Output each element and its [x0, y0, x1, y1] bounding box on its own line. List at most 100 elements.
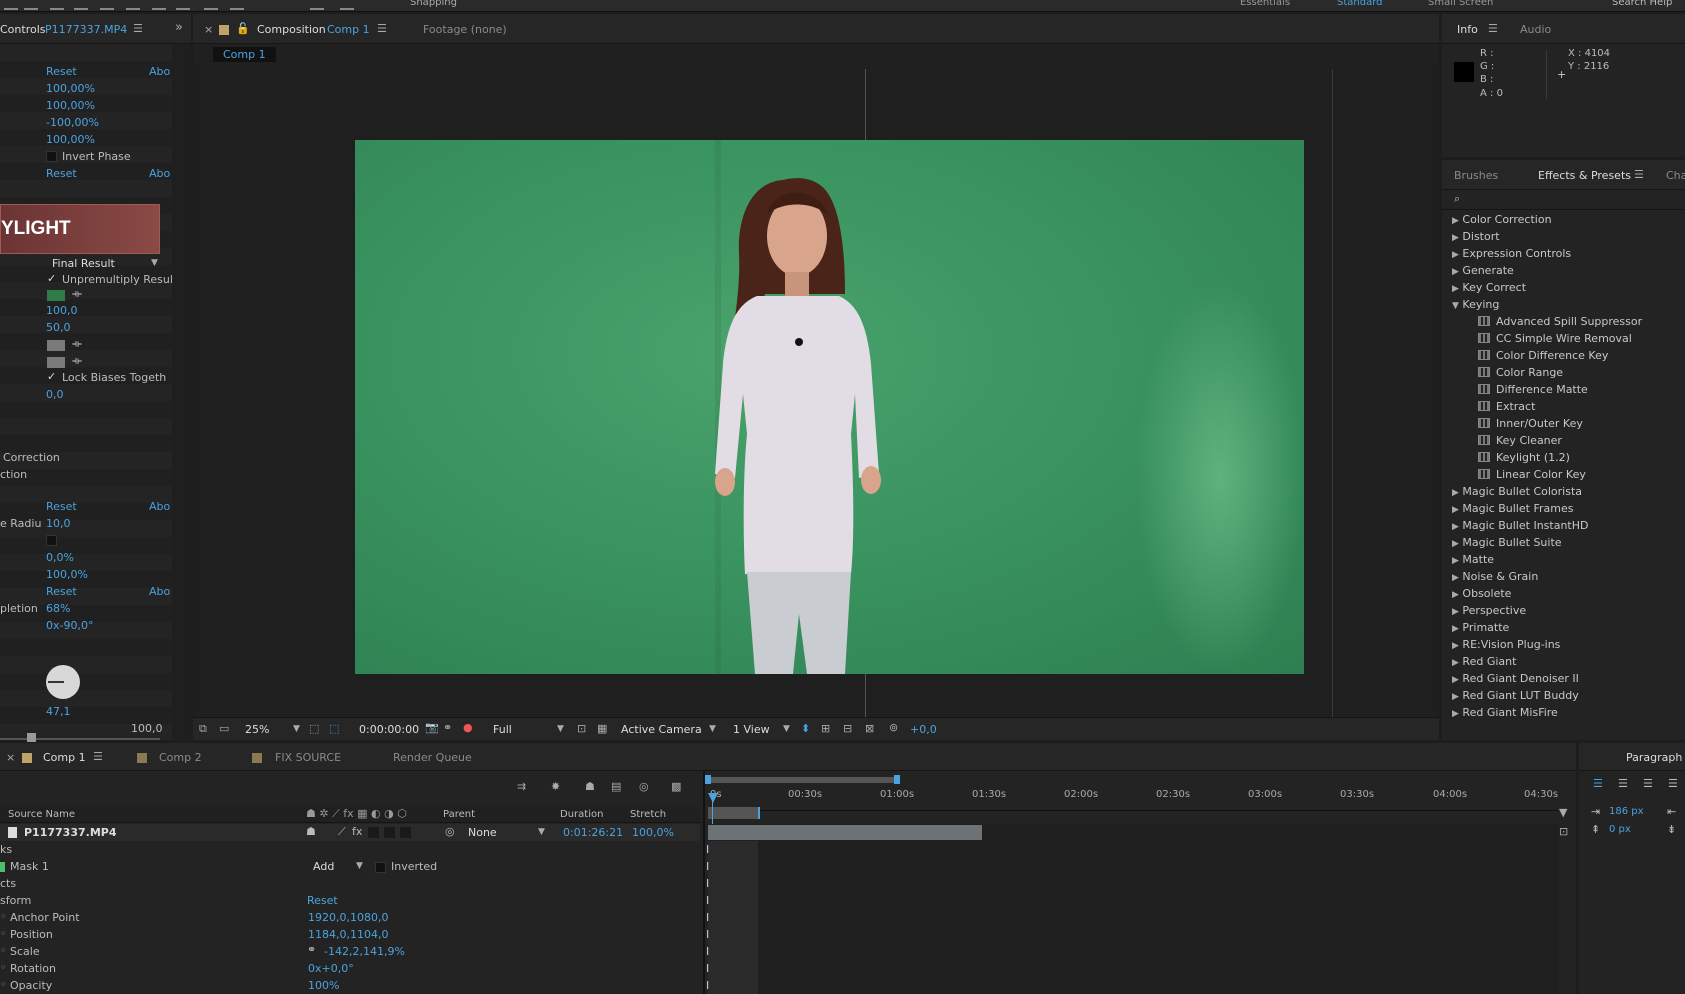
category-expression-controls[interactable]: ▶ Expression Controls — [1452, 247, 1571, 260]
category-magic-bullet-colorista[interactable]: ▶ Magic Bullet Colorista — [1452, 485, 1582, 498]
eraser-tool-icon[interactable] — [176, 0, 190, 10]
selection-tool-icon[interactable] — [4, 0, 18, 10]
indent-right-icon[interactable]: ⇤ — [1667, 805, 1676, 818]
comp-marker-icon[interactable]: ▼ — [1559, 806, 1567, 819]
footage-tab[interactable]: Footage (none) — [423, 23, 507, 36]
value-3[interactable]: -100,00% — [46, 116, 99, 129]
reset-link-3[interactable]: Reset — [46, 500, 77, 513]
category-primatte[interactable]: ▶ Primatte — [1452, 621, 1509, 634]
axis-icon[interactable] — [310, 0, 324, 10]
prop-rotation-value[interactable]: 0x+0,0° — [308, 962, 354, 975]
close-icon[interactable]: × — [6, 751, 15, 764]
graph-editor-icon[interactable]: ▩ — [671, 780, 681, 793]
keyframe-marker[interactable]: I — [706, 928, 709, 941]
about-link-1[interactable]: Abo — [149, 65, 170, 78]
effects-search-input[interactable] — [1442, 190, 1685, 210]
space-before-icon[interactable]: ⇞ — [1591, 823, 1600, 836]
axis2-icon[interactable] — [340, 0, 354, 10]
toggle-grid-icon[interactable]: ▦ — [597, 722, 607, 735]
lock-icon[interactable]: 🔓 — [236, 22, 250, 35]
magnification-dropdown[interactable]: 25% — [245, 723, 269, 736]
category-matte[interactable]: ▶ Matte — [1452, 553, 1494, 566]
resolution-dropdown[interactable]: Full — [493, 723, 512, 736]
work-area-start-handle[interactable] — [705, 775, 711, 784]
category-red-giant[interactable]: ▶ Red Giant — [1452, 655, 1516, 668]
keyframe-marker[interactable]: I — [706, 860, 709, 873]
effect-difference-matte[interactable]: Difference Matte — [1478, 383, 1588, 396]
puppet-tool-icon[interactable] — [230, 0, 244, 10]
alpha-bias-swatch[interactable] — [47, 357, 65, 368]
layer-duration[interactable]: 0:01:26:21 — [563, 826, 623, 839]
timeline-tab-fix-source[interactable]: FIX SOURCE — [275, 751, 341, 764]
shy-switch-icon[interactable]: ☗ — [306, 825, 316, 838]
category-keying[interactable]: ▼ Keying — [1452, 298, 1499, 311]
screen-gain-value[interactable]: 100,0 — [46, 304, 78, 317]
indent-left-value[interactable]: 186 px — [1609, 806, 1644, 817]
reset-link-4[interactable]: Reset — [46, 585, 77, 598]
category-obsolete[interactable]: ▶ Obsolete — [1452, 587, 1511, 600]
effect-controls-layer[interactable]: P1177337.MP4 — [45, 23, 127, 36]
eyedropper-icon-3[interactable]: ⟛ — [72, 354, 82, 368]
preview-range-bar[interactable] — [708, 807, 760, 819]
stopwatch-icon[interactable]: ◦ — [0, 910, 7, 923]
keyframe-marker[interactable]: I — [706, 911, 709, 924]
motion-blur-icon[interactable]: ◎ — [639, 780, 649, 793]
info-menu-icon[interactable]: ☰ — [1488, 22, 1498, 35]
category-red-giant-lut-buddy[interactable]: ▶ Red Giant LUT Buddy — [1452, 689, 1579, 702]
comp-viewer-frame[interactable] — [355, 140, 1304, 674]
switch-box-3[interactable] — [400, 827, 411, 838]
pct-hundred-value[interactable]: 100,0% — [46, 568, 88, 581]
flowchart-icon[interactable]: ⊠ — [865, 722, 874, 735]
comp-subtab[interactable]: Comp 1 — [213, 47, 276, 62]
align-center-icon[interactable]: ☰ — [1618, 777, 1628, 790]
region-of-interest-icon[interactable]: ⬚ — [309, 722, 319, 735]
effects-menu-icon[interactable]: ☰ — [1634, 168, 1644, 181]
pct-zero-value[interactable]: 0,0% — [46, 551, 74, 564]
resolution-arrow-icon[interactable]: ▼ — [557, 724, 564, 734]
category-magic-bullet-frames[interactable]: ▶ Magic Bullet Frames — [1452, 502, 1573, 515]
eyedropper-icon-2[interactable]: ⟛ — [72, 337, 82, 351]
fast-draft-icon[interactable]: ⊞ — [821, 722, 830, 735]
prop-opacity-value[interactable]: 100% — [308, 979, 339, 992]
effect-extract[interactable]: Extract — [1478, 400, 1535, 413]
eyedropper-icon[interactable]: ⟛ — [72, 287, 82, 301]
col-source-name[interactable]: Source Name — [8, 809, 75, 820]
brush-tool-icon[interactable] — [126, 0, 140, 10]
inverted-checkbox[interactable] — [375, 862, 386, 873]
roto-tool-icon[interactable] — [204, 0, 218, 10]
indent-left-icon[interactable]: ⇥ — [1591, 805, 1600, 818]
mask-name[interactable]: Mask 1 — [10, 860, 49, 873]
slider-thumb[interactable] — [27, 733, 36, 742]
pixel-aspect-icon[interactable]: ⬍ — [801, 722, 810, 735]
work-area-bar[interactable] — [708, 777, 896, 783]
about-link-2[interactable]: Abo — [149, 167, 170, 180]
mask-mode-dropdown[interactable]: Add — [313, 860, 334, 873]
frame-blending-icon[interactable]: ▤ — [611, 780, 621, 793]
effect-linear-color-key[interactable]: Linear Color Key — [1478, 468, 1586, 481]
value-4[interactable]: 100,00% — [46, 133, 95, 146]
about-link-3[interactable]: Abo — [149, 500, 170, 513]
align-left-icon[interactable]: ☰ — [1593, 777, 1603, 790]
monitor-icon[interactable]: ▭ — [219, 722, 229, 735]
timeline-tab-comp2[interactable]: Comp 2 — [159, 751, 202, 764]
screen-colour-swatch[interactable] — [47, 290, 65, 301]
space-before-value[interactable]: 0 px — [1609, 824, 1631, 835]
keyframe-marker[interactable]: I — [706, 979, 709, 992]
composition-tab-comp[interactable]: Comp 1 — [327, 23, 370, 36]
effects-presets-tab[interactable]: Effects & Presets — [1538, 169, 1631, 182]
magnification-arrow-icon[interactable]: ▼ — [293, 724, 300, 734]
show-snapshot-icon[interactable]: ⚭ — [443, 721, 452, 734]
reset-link-2[interactable]: Reset — [46, 167, 77, 180]
radius-value[interactable]: 10,0 — [46, 517, 71, 530]
always-preview-icon[interactable]: ⧉ — [199, 722, 207, 736]
reset-exposure-icon[interactable]: ⊚ — [889, 721, 898, 734]
stopwatch-icon[interactable]: ◦ — [0, 961, 7, 974]
close-icon[interactable]: × — [204, 23, 213, 36]
layer-row[interactable]: P1177337.MP4 ☗ ⟋ fx ◎ None ▼ 0:01:26:21 … — [0, 824, 700, 841]
stopwatch-icon[interactable]: ◦ — [0, 927, 7, 940]
hide-shy-layers-icon[interactable]: ☗ — [585, 780, 595, 793]
keyframe-marker[interactable]: I — [706, 894, 709, 907]
category-key-correct[interactable]: ▶ Key Correct — [1452, 281, 1526, 294]
value-1[interactable]: 100,00% — [46, 82, 95, 95]
unpremultiply-check-icon[interactable]: ✓ — [47, 272, 56, 285]
